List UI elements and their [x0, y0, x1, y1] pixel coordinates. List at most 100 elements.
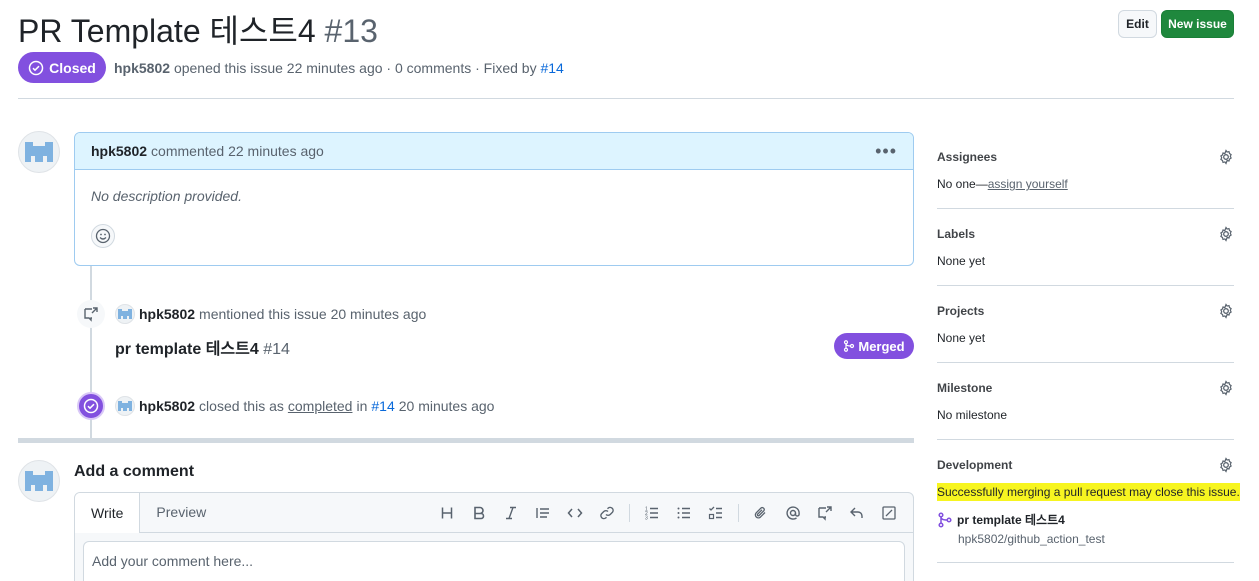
code-icon[interactable] [559, 501, 591, 525]
gear-icon[interactable] [1218, 226, 1234, 242]
labels-label: Labels [937, 227, 976, 241]
merged-badge: Merged [834, 333, 914, 359]
git-merge-icon [844, 340, 855, 352]
toolbar-divider [629, 504, 630, 522]
labels-value: None yet [937, 254, 986, 268]
merged-label: Merged [858, 338, 905, 354]
header-divider [18, 98, 1234, 99]
projects-value: None yet [937, 331, 986, 345]
sidebar-assignees: Assignees No one—assign yourself [937, 149, 1234, 191]
linked-pr[interactable]: pr template 테스트4 [937, 511, 1234, 528]
projects-label: Projects [937, 304, 985, 318]
mention-author[interactable]: hpk5802 [139, 306, 195, 322]
fullscreen-icon[interactable] [873, 501, 905, 525]
comment-textarea[interactable]: Add your comment here... [83, 541, 905, 581]
closed-time[interactable]: 20 minutes ago [399, 398, 495, 414]
sidebar-milestone: Milestone No milestone [937, 380, 1234, 422]
issue-meta: hpk5802 opened this issue 22 minutes ago… [114, 60, 564, 76]
italic-icon[interactable] [495, 501, 527, 525]
comment-header: hpk5802 commented 22 minutes ago ••• [75, 133, 913, 170]
development-note: Successfully merging a pull request may … [937, 483, 1240, 501]
gear-icon[interactable] [1218, 380, 1234, 396]
sidebar-divider [937, 285, 1234, 286]
comment-editor: Write Preview 123 Add your comment here.… [74, 492, 914, 581]
sidebar-divider [937, 208, 1234, 209]
kebab-menu-icon[interactable]: ••• [875, 141, 897, 162]
linked-pr-repo: hpk5802/github_action_test [958, 532, 1105, 546]
sidebar-labels: Labels None yet [937, 226, 1234, 268]
comment-author[interactable]: hpk5802 [91, 143, 147, 159]
avatar[interactable] [18, 460, 60, 502]
fixed-by-link[interactable]: #14 [540, 60, 563, 76]
toolbar-divider [738, 504, 739, 522]
timeline-end-divider [18, 438, 914, 443]
git-merge-icon [938, 511, 952, 528]
gear-icon[interactable] [1218, 149, 1234, 165]
reply-icon[interactable] [841, 501, 873, 525]
mention-icon[interactable] [777, 501, 809, 525]
avatar[interactable] [115, 396, 135, 416]
completed-link[interactable]: completed [288, 398, 353, 414]
assign-yourself-link[interactable]: assign yourself [988, 177, 1068, 191]
tab-write[interactable]: Write [75, 493, 141, 533]
editor-tabs: Write Preview 123 [75, 493, 913, 533]
paperclip-icon[interactable] [745, 501, 777, 525]
add-comment-title: Add a comment [74, 463, 195, 480]
closed-ref-link[interactable]: #14 [371, 398, 394, 414]
identicon-icon [25, 142, 53, 162]
check-circle-icon [83, 398, 99, 414]
unordered-list-icon[interactable] [668, 501, 700, 525]
sidebar-development: Development Successfully merging a pull … [937, 457, 1240, 546]
closed-event: hpk5802 closed this as completed in #14 … [115, 396, 494, 416]
assignees-value: No one— [937, 177, 988, 191]
sidebar-divider [937, 562, 1234, 563]
linked-pr-title[interactable]: pr template 테스트4 [957, 511, 1065, 528]
gear-icon[interactable] [1218, 303, 1234, 319]
issue-title-text: PR Template 테스트4 [18, 13, 316, 49]
markdown-toolbar: 123 [431, 501, 905, 525]
issue-author[interactable]: hpk5802 [114, 60, 170, 76]
avatar[interactable] [115, 304, 135, 324]
referenced-pr-title[interactable]: pr template 테스트4 [115, 341, 259, 358]
edit-button[interactable]: Edit [1118, 10, 1157, 38]
assignees-label: Assignees [937, 150, 998, 164]
mention-event: hpk5802 mentioned this issue 20 minutes … [115, 304, 426, 324]
identicon-icon [118, 401, 132, 411]
svg-text:3: 3 [645, 516, 648, 522]
milestone-value: No milestone [937, 408, 1008, 422]
state-badge: Closed [18, 52, 106, 83]
add-reaction-button[interactable] [91, 224, 115, 248]
task-list-icon[interactable] [700, 501, 732, 525]
comment-box: hpk5802 commented 22 minutes ago ••• No … [74, 132, 914, 266]
check-circle-icon [28, 60, 44, 75]
cross-reference-icon[interactable] [809, 501, 841, 525]
mention-text: mentioned this issue 20 minutes ago [199, 306, 427, 322]
new-issue-button[interactable]: New issue [1161, 10, 1234, 38]
referenced-pr[interactable]: pr template 테스트4 #14 [115, 335, 290, 359]
ordered-list-icon[interactable]: 123 [636, 501, 668, 525]
heading-icon[interactable] [431, 501, 463, 525]
tab-preview[interactable]: Preview [140, 493, 222, 532]
sidebar-projects: Projects None yet [937, 303, 1234, 345]
sidebar-divider [937, 439, 1234, 440]
link-icon[interactable] [591, 501, 623, 525]
bold-icon[interactable] [463, 501, 495, 525]
quote-icon[interactable] [527, 501, 559, 525]
closed-event-icon [77, 392, 105, 420]
avatar[interactable] [18, 131, 60, 173]
issue-title: PR Template 테스트4 #13 [18, 6, 378, 52]
cross-reference-icon [77, 300, 105, 328]
closed-author[interactable]: hpk5802 [139, 398, 195, 414]
comment-time[interactable]: commented 22 minutes ago [151, 143, 324, 159]
closed-in: in [356, 398, 368, 414]
identicon-icon [25, 471, 53, 491]
identicon-icon [118, 309, 132, 319]
referenced-pr-number: #14 [263, 341, 290, 358]
closed-text: closed this as [199, 398, 284, 414]
smiley-icon [95, 228, 111, 244]
issue-opened-text: opened this issue 22 minutes ago · 0 com… [173, 60, 537, 76]
milestone-label: Milestone [937, 381, 993, 395]
issue-number: #13 [324, 13, 378, 49]
sidebar-divider [937, 362, 1234, 363]
gear-icon[interactable] [1218, 457, 1234, 473]
